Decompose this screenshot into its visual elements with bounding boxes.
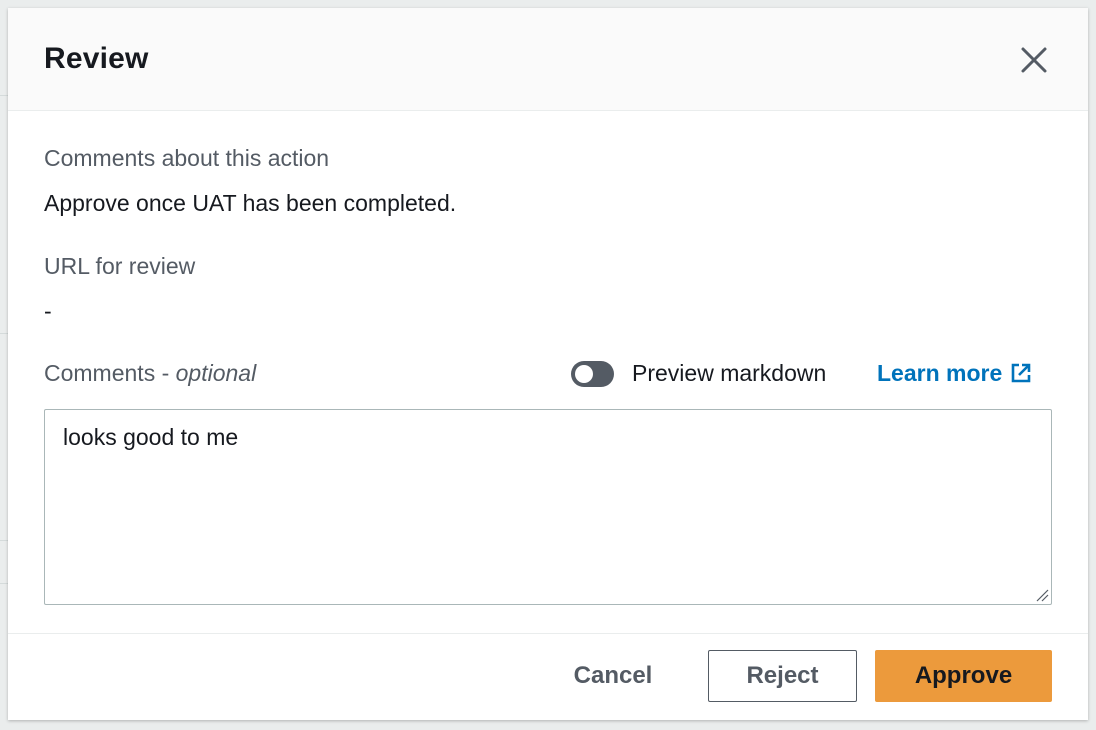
comments-about-action-label: Comments about this action	[44, 145, 330, 171]
comments-about-action-value: Approve once UAT has been completed.	[44, 190, 457, 216]
preview-markdown-label: Preview markdown	[632, 360, 827, 386]
toggle-knob	[575, 365, 593, 383]
preview-markdown-toggle[interactable]	[571, 361, 614, 387]
comments-textarea-value: looks good to me	[63, 424, 239, 450]
modal-header: Review	[8, 8, 1088, 111]
comments-label-text: Comments -	[44, 360, 176, 386]
approve-button[interactable]: Approve	[875, 650, 1052, 702]
comments-label: Comments - optional	[44, 360, 256, 387]
external-link-icon	[1010, 362, 1032, 390]
backdrop-divider	[0, 95, 8, 96]
review-modal: Review Comments about this action Approv…	[8, 8, 1088, 720]
url-for-review-label: URL for review	[44, 253, 196, 279]
comments-textarea[interactable]: looks good to me	[44, 409, 1052, 605]
reject-button[interactable]: Reject	[708, 650, 857, 702]
learn-more-link[interactable]: Learn more	[877, 360, 1032, 390]
backdrop-divider	[0, 333, 8, 334]
close-button[interactable]	[1016, 42, 1052, 78]
cancel-button[interactable]: Cancel	[548, 650, 678, 702]
optional-label: optional	[175, 360, 257, 386]
modal-title: Review	[44, 42, 149, 75]
close-icon	[1021, 47, 1047, 73]
resize-handle-icon[interactable]	[1035, 588, 1049, 602]
backdrop-divider	[0, 583, 8, 584]
learn-more-label: Learn more	[877, 360, 1003, 386]
footer-divider	[8, 633, 1088, 634]
backdrop-divider	[0, 540, 8, 541]
url-for-review-value: -	[44, 298, 52, 324]
